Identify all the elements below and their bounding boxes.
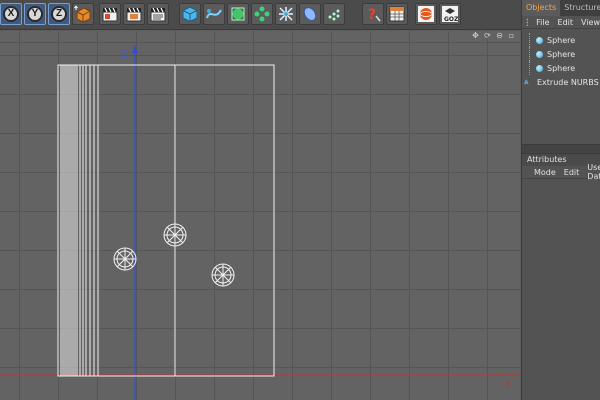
main-toolbar: X Y Z ? GOZ [0, 0, 600, 30]
viewport-scene: Z X [0, 45, 520, 400]
nurbs-subdivision-button[interactable] [227, 3, 249, 25]
x-axis-lock-button[interactable]: X [0, 3, 22, 25]
layout-grid-button[interactable] [386, 3, 408, 25]
deformer-button[interactable] [275, 3, 297, 25]
x-axis-lock-icon: X [3, 6, 19, 22]
world-coordinate-system-button[interactable] [72, 3, 94, 25]
tree-connector [522, 33, 536, 47]
sphere-icon [536, 36, 543, 44]
attributes-menu-bar: Mode Edit User Data [522, 163, 600, 181]
y-axis-lock-button[interactable]: Y [24, 3, 46, 25]
render-picture-viewer-icon [126, 7, 142, 22]
menu-edit[interactable]: Edit [558, 18, 574, 27]
list-item[interactable]: Sphere [522, 47, 600, 61]
deformer-icon [279, 7, 293, 21]
render-sphere-icon [418, 6, 434, 22]
spline-pen-icon [206, 9, 222, 19]
help-button[interactable]: ? [362, 3, 384, 25]
z-axis-lock-button[interactable]: Z [48, 3, 70, 25]
panel-divider[interactable] [522, 144, 600, 154]
tree-connector [522, 47, 536, 61]
tab-structure[interactable]: Structure [560, 0, 600, 16]
panel-tabs: Objects Structure [522, 0, 600, 16]
render-sphere-button[interactable] [415, 3, 437, 25]
plugins-group: GOZ [415, 3, 461, 27]
z-axis-lock-icon: Z [51, 6, 67, 22]
render-view-button[interactable] [99, 3, 121, 25]
object-name: Extrude NURBS [537, 77, 599, 87]
array-cloner-icon [254, 6, 270, 22]
z-axis-arrow [132, 46, 138, 53]
layout-grid-icon [389, 6, 405, 22]
tree-connector [522, 61, 536, 75]
sphere-icon [536, 50, 543, 58]
objects-menu-bar: File Edit View [522, 16, 600, 29]
3d-viewport[interactable]: ✥ ⟳ ⊖ ▫ Z X [0, 31, 520, 400]
extrude-nurbs-wireframe[interactable] [57, 64, 275, 377]
cube-primitive-icon [182, 6, 198, 23]
array-cloner-button[interactable] [251, 3, 273, 25]
list-item[interactable]: Sphere [522, 33, 600, 47]
list-item[interactable]: ⩓ Extrude NURBS [522, 75, 600, 89]
y-axis-lock-icon: Y [27, 6, 43, 22]
environment-floor-button[interactable] [299, 3, 321, 25]
help-layout-group: ? [362, 3, 408, 27]
scene-objects-button[interactable] [323, 3, 345, 25]
object-name: Sphere [547, 63, 576, 73]
axis-lock-group: X Y Z [0, 3, 94, 27]
edit-render-settings-button[interactable] [147, 3, 169, 25]
scene-objects-icon [328, 9, 340, 21]
help-question-icon: ? [368, 7, 381, 23]
object-creation-group [179, 3, 345, 27]
extrude-nurbs-icon: ⩓ [524, 77, 529, 86]
object-list: Sphere Sphere Sphere ⩓ Extrude NURBS [522, 29, 600, 144]
z-axis-label: Z [121, 50, 127, 60]
render-picture-viewer-button[interactable] [123, 3, 145, 25]
sphere-icon [536, 64, 543, 72]
svg-text:?: ? [368, 7, 376, 23]
render-view-icon [102, 7, 118, 22]
environment-floor-icon [303, 7, 317, 21]
render-group [99, 3, 169, 27]
edit-render-settings-icon [150, 7, 166, 22]
world-coordinate-system-icon [74, 5, 91, 23]
sphere-object[interactable] [113, 247, 137, 271]
object-manager-panel: Objects Structure File Edit View Sphere … [521, 0, 600, 400]
menu-file[interactable]: File [536, 18, 549, 27]
tab-objects[interactable]: Objects [522, 0, 561, 16]
drag-grip-icon[interactable] [526, 18, 529, 26]
x-axis-label: X [505, 380, 511, 389]
sphere-object[interactable] [163, 223, 187, 247]
svg-text:GOZ: GOZ [444, 16, 459, 23]
goz-button[interactable]: GOZ [439, 3, 461, 25]
menu-mode[interactable]: Mode [534, 168, 556, 177]
goz-icon: GOZ [442, 6, 459, 23]
menu-view[interactable]: View [581, 18, 600, 27]
object-name: Sphere [547, 49, 576, 59]
spline-pen-button[interactable] [203, 3, 225, 25]
cube-primitive-button[interactable] [179, 3, 201, 25]
sphere-object[interactable] [211, 263, 235, 287]
nurbs-subdivision-icon [231, 7, 245, 21]
menu-user-data[interactable]: User Data [587, 163, 600, 181]
object-name: Sphere [547, 35, 576, 45]
menu-edit[interactable]: Edit [564, 168, 580, 177]
list-item[interactable]: Sphere [522, 61, 600, 75]
